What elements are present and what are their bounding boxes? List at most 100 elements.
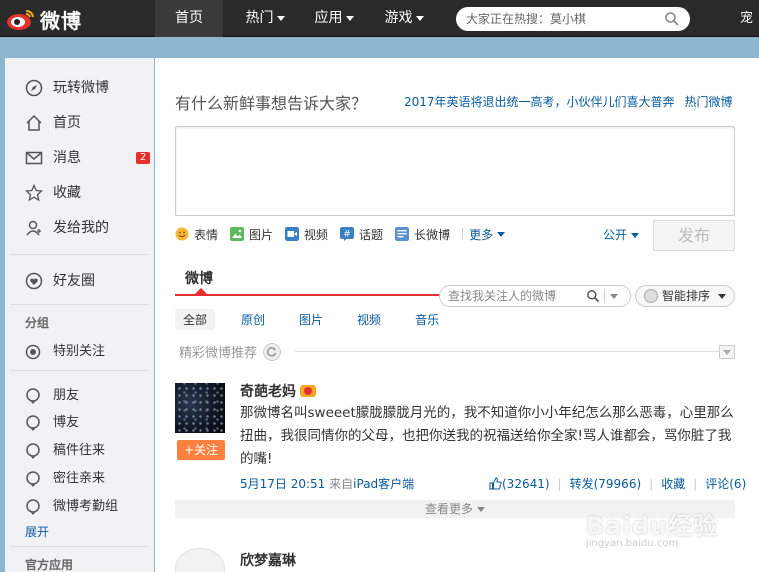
nav-hot[interactable]: 热门 bbox=[235, 0, 295, 37]
smiley-icon bbox=[175, 227, 189, 241]
post-author-link[interactable]: 欣梦嘉琳 bbox=[240, 550, 296, 570]
long-weibo-button[interactable]: 长微博 bbox=[395, 226, 450, 243]
sort-label: 智能排序 bbox=[662, 289, 711, 303]
thumbs-up-icon[interactable] bbox=[489, 477, 502, 490]
more-label: 更多 bbox=[469, 227, 494, 242]
user-icon bbox=[26, 220, 41, 236]
like-count[interactable]: (32641) bbox=[502, 477, 550, 491]
more-tools-dropdown[interactable]: 更多 bbox=[469, 226, 506, 243]
sidebar-item-label: 消息 bbox=[53, 150, 81, 166]
nav-home[interactable]: 首页 bbox=[155, 0, 223, 37]
star-icon bbox=[25, 184, 43, 202]
sidebar-group-item[interactable]: 稿件往来 bbox=[25, 441, 105, 461]
recommend-label: 精彩微博推荐 bbox=[179, 346, 258, 361]
sidebar-item-special-follow[interactable]: 特别关注 bbox=[25, 342, 105, 362]
visibility-label: 公开 bbox=[603, 228, 628, 242]
post-time-link[interactable]: 5月17日 20:51 bbox=[240, 477, 325, 491]
action-divider: | bbox=[693, 476, 698, 491]
chevron-down-icon bbox=[631, 233, 640, 238]
expand-groups-link[interactable]: 展开 bbox=[25, 523, 49, 540]
search-icon[interactable] bbox=[586, 289, 600, 303]
view-more-label: 查看更多 bbox=[424, 502, 473, 516]
hot-weibo-link[interactable]: 热门微博 bbox=[685, 95, 733, 109]
nav-home-label: 首页 bbox=[175, 10, 203, 26]
chevron-down-icon bbox=[497, 231, 506, 237]
comment-link[interactable]: 评论(6) bbox=[705, 475, 746, 492]
bubble-icon bbox=[26, 443, 40, 459]
nav-apps[interactable]: 应用 bbox=[304, 0, 364, 37]
feed-search-input[interactable]: 查找我关注人的微博 bbox=[439, 285, 631, 307]
sort-face-icon bbox=[644, 289, 658, 303]
composer-toolbar: 表情 图片 视频 # 话题 长微博 更多 bbox=[175, 224, 517, 244]
recommend-divider bbox=[295, 351, 719, 352]
chevron-down-icon bbox=[723, 350, 731, 355]
sidebar-item-friends-circle[interactable]: 好友圈 bbox=[25, 269, 95, 293]
sidebar-divider bbox=[10, 254, 149, 255]
nav-hot-label: 热门 bbox=[245, 10, 274, 26]
sidebar-group-item[interactable]: 朋友 bbox=[25, 386, 79, 406]
filter-images[interactable]: 图片 bbox=[291, 309, 331, 330]
refresh-icon[interactable] bbox=[263, 342, 282, 361]
post-source-link[interactable]: iPad客户端 bbox=[353, 477, 414, 491]
bubble-icon bbox=[26, 499, 40, 515]
tab-weibo[interactable]: 微博 bbox=[185, 268, 213, 288]
image-icon bbox=[230, 227, 245, 241]
toolbar-divider bbox=[462, 228, 464, 240]
sidebar-item-messages[interactable]: 消息 bbox=[25, 146, 81, 170]
chevron-down-icon[interactable] bbox=[610, 294, 618, 299]
filter-video[interactable]: 视频 bbox=[349, 309, 389, 330]
nav-games-label: 游戏 bbox=[384, 10, 413, 26]
search-divider bbox=[604, 290, 605, 302]
avatar[interactable] bbox=[175, 548, 225, 572]
filter-original[interactable]: 原创 bbox=[233, 309, 273, 330]
post-composer-textarea[interactable] bbox=[175, 126, 735, 216]
sidebar-item-label: 发给我的 bbox=[53, 220, 109, 236]
official-apps-heading: 官方应用 bbox=[25, 558, 74, 572]
emoji-button[interactable]: 表情 bbox=[175, 226, 218, 243]
image-button[interactable]: 图片 bbox=[230, 226, 273, 243]
sidebar-group-item[interactable]: 博友 bbox=[25, 413, 79, 433]
hot-topic-bar: 2017年英语将退出统一高考，小伙伴儿们喜大普奔 热门微博 bbox=[404, 93, 733, 110]
sidebar-item-home[interactable]: 首页 bbox=[25, 111, 81, 135]
author-name-link[interactable]: 奇葩老妈 bbox=[240, 381, 296, 401]
nav-games[interactable]: 游戏 bbox=[374, 0, 434, 37]
sidebar-group-item[interactable]: 微博考勤组 bbox=[25, 497, 118, 517]
sidebar-item-sent-to-me[interactable]: 发给我的 bbox=[25, 216, 109, 240]
favorite-link[interactable]: 收藏 bbox=[661, 475, 685, 492]
vip-icon[interactable] bbox=[300, 385, 316, 397]
feed-search-placeholder: 查找我关注人的微博 bbox=[448, 289, 557, 303]
sidebar-item-favorites[interactable]: 收藏 bbox=[25, 181, 81, 205]
avatar[interactable] bbox=[175, 383, 225, 433]
video-icon bbox=[285, 227, 300, 241]
sidebar-item-label: 好友圈 bbox=[53, 273, 95, 289]
user-name-link[interactable]: 宠 bbox=[740, 0, 753, 37]
weibo-logo[interactable]: 微博 bbox=[6, 3, 156, 35]
topic-button[interactable]: # 话题 bbox=[340, 226, 383, 243]
chevron-down-icon bbox=[718, 294, 726, 299]
sidebar-item-label: 收藏 bbox=[53, 185, 81, 201]
sidebar-group-item[interactable]: 密往亲来 bbox=[25, 469, 105, 489]
topic-icon: # bbox=[340, 227, 355, 241]
collapse-recommend-button[interactable] bbox=[719, 345, 735, 359]
watermark-logo: Baidu经验 bbox=[586, 512, 718, 540]
video-button[interactable]: 视频 bbox=[285, 226, 328, 243]
repost-link[interactable]: 转发(79966) bbox=[570, 475, 642, 492]
search-icon[interactable] bbox=[664, 11, 680, 27]
follow-button[interactable]: +关注 bbox=[177, 440, 225, 460]
visibility-dropdown[interactable]: 公开 bbox=[603, 226, 640, 243]
publish-button[interactable]: 发布 bbox=[653, 220, 735, 251]
weibo-eye-icon bbox=[7, 10, 34, 30]
hot-topic-link[interactable]: 2017年英语将退出统一高考，小伙伴儿们喜大普奔 bbox=[404, 95, 675, 109]
filter-music[interactable]: 音乐 bbox=[407, 309, 447, 330]
tool-label: 表情 bbox=[194, 227, 219, 242]
filter-all[interactable]: 全部 bbox=[175, 308, 216, 330]
tab-notch bbox=[195, 288, 207, 294]
feed-filter-bar: 全部 原创 图片 视频 音乐 bbox=[175, 308, 465, 330]
global-search-input[interactable]: 大家正在热搜：莫小棋 bbox=[456, 7, 690, 31]
sidebar-divider bbox=[10, 546, 149, 547]
left-sidebar: 玩转微博 首页 消息 2 收藏 发给我的 好友圈 分组 特别关注 朋友 博友 稿… bbox=[5, 58, 154, 572]
sidebar-item-label: 朋友 bbox=[53, 388, 80, 403]
smart-sort-dropdown[interactable]: 智能排序 bbox=[635, 285, 735, 307]
heart-circle-icon bbox=[25, 272, 43, 290]
sidebar-item-explore[interactable]: 玩转微博 bbox=[25, 76, 109, 100]
